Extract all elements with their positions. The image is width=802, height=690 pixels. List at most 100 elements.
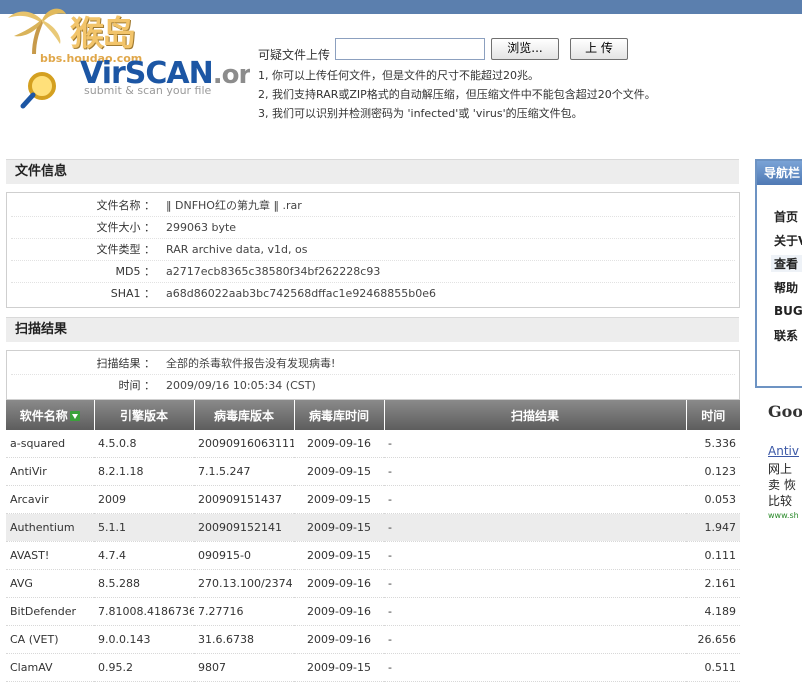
upload-notes: 1, 你可以上传任何文件，但是文件的尺寸不能超过20兆。 2, 我们支持RAR或… [258, 66, 656, 123]
cell-software: Arcavir [6, 485, 94, 514]
file-info-key: MD5 ： [115, 265, 155, 278]
cell-scan-result: - [384, 569, 686, 598]
cell-db-date: 2009-09-15 [294, 653, 384, 682]
palm-tree-icon [8, 8, 66, 55]
table-row: AVAST! 4.7.4 090915-0 2009-09-15-0.111 [6, 541, 740, 570]
file-path-input[interactable] [335, 38, 485, 60]
file-info-row: MD5 ： a2717ecb8365c38580f34bf262228c93 [11, 261, 735, 283]
magnifier-icon [20, 72, 56, 109]
nav-title: 导航栏 [757, 161, 802, 185]
scan-summary-value: 全部的杀毒软件报告没有发现病毒! [166, 357, 336, 370]
upload-note-2: 2, 我们支持RAR或ZIP格式的自动解压缩，但压缩文件中不能包含超过20个文件… [258, 88, 656, 101]
cell-db-date: 2009-09-16 [294, 569, 384, 598]
table-row: AntiVir 8.2.1.18 7.1.5.247 2009-09-15-0.123 [6, 457, 740, 486]
nav-item-contact[interactable]: 联系 [774, 327, 798, 344]
cell-time: 4.189 [686, 597, 740, 626]
table-row: ClamAV 0.95.2 9807 2009-09-15-0.511 [6, 653, 740, 682]
ad-text-line: 网上 [768, 462, 793, 476]
cell-time: 0.053 [686, 485, 740, 514]
logo-watermark: 猴岛 [70, 14, 136, 54]
table-row: a-squared 4.5.0.8 20090916063111 2009-09-16… [6, 430, 740, 458]
nav-item-home[interactable]: 首页 [774, 208, 798, 225]
cell-time: 0.123 [686, 457, 740, 486]
file-info-heading: 文件信息 [6, 159, 739, 184]
cell-engine-version: 5.1.1 [94, 513, 194, 542]
cell-time: 0.511 [686, 653, 740, 682]
nav-item-view[interactable]: 查看 [771, 255, 802, 272]
cell-software: a-squared [6, 430, 94, 458]
scan-results-table: 软件名称 引擎版本 病毒库版本 病毒库时间 扫描结果 时间 a-squared 4… [6, 400, 740, 682]
upload-note-3: 3, 我们可以识别并检测密码为 'infected'或 'virus'的压缩文件… [258, 107, 583, 120]
table-header-row: 软件名称 引擎版本 病毒库版本 病毒库时间 扫描结果 时间 [6, 400, 740, 430]
column-header-result[interactable]: 扫描结果 [384, 400, 687, 430]
cell-db-date: 2009-09-15 [294, 485, 384, 514]
ad-brand: Goog [768, 402, 802, 421]
file-info-box: 文件名称 ： ‖ DNFHO红の第九章 ‖ .rar 文件大小 ： 299063 b… [6, 192, 740, 308]
column-header-engine[interactable]: 引擎版本 [94, 400, 195, 430]
sort-down-arrow-icon[interactable] [69, 411, 80, 421]
file-info-key: 文件类型 ： [96, 243, 156, 256]
cell-time: 2.161 [686, 569, 740, 598]
ad-link[interactable]: Antiv [768, 444, 799, 458]
cell-scan-result: - [384, 457, 686, 486]
cell-software: BitDefender [6, 597, 94, 626]
logo-tagline: submit & scan your file [84, 84, 212, 97]
nav-item-help[interactable]: 帮助 [774, 279, 798, 296]
ad-text-line: 卖 恢 [768, 478, 796, 492]
file-info-key: SHA1 ： [110, 287, 155, 300]
cell-software: Authentium [6, 513, 94, 542]
scan-summary-box: 扫描结果 ： 全部的杀毒软件报告没有发现病毒! 时间 ： 2009/09/16 10… [6, 350, 740, 400]
cell-db-version: 200909152141 [194, 513, 294, 542]
cell-db-version: 9807 [194, 653, 294, 682]
column-header-time[interactable]: 时间 [686, 400, 740, 430]
column-header-software[interactable]: 软件名称 [6, 400, 95, 430]
cell-software: ClamAV [6, 653, 94, 682]
file-info-key: 文件名称 ： [96, 199, 156, 212]
site-logo[interactable]: 猴岛 bbs.houdao.com VirSCAN.org submit & s… [0, 0, 250, 110]
table-row: Authentium 5.1.1 200909152141 2009-09-15-1.… [6, 513, 740, 542]
column-header-db-date[interactable]: 病毒库时间 [294, 400, 385, 430]
nav-item-about[interactable]: 关于V [774, 232, 802, 249]
cell-engine-version: 2009 [94, 485, 194, 514]
cell-software: CA (VET) [6, 625, 94, 654]
cell-time: 26.656 [686, 625, 740, 654]
cell-db-date: 2009-09-16 [294, 430, 384, 458]
nav-panel: 导航栏 首页 关于V 查看 帮助 BUG 联系 [755, 159, 802, 388]
cell-time: 5.336 [686, 430, 740, 458]
ad-url[interactable]: www.sh [768, 511, 799, 520]
file-info-row: 文件名称 ： ‖ DNFHO红の第九章 ‖ .rar [11, 195, 735, 217]
cell-scan-result: - [384, 541, 686, 570]
cell-engine-version: 8.5.288 [94, 569, 194, 598]
upload-note-1: 1, 你可以上传任何文件，但是文件的尺寸不能超过20兆。 [258, 69, 539, 82]
cell-scan-result: - [384, 653, 686, 682]
table-row: Arcavir 2009 200909151437 2009-09-15-0.053 [6, 485, 740, 514]
logo-brand-suffix: .org [212, 60, 250, 90]
scan-summary-key: 时间 ： [118, 379, 156, 392]
table-row: CA (VET) 9.0.0.143 31.6.6738 2009-09-16-26.… [6, 625, 740, 654]
cell-software: AntiVir [6, 457, 94, 486]
cell-engine-version: 9.0.0.143 [94, 625, 194, 654]
cell-engine-version: 4.5.0.8 [94, 430, 194, 458]
file-info-value: RAR archive data, v1d, os [166, 243, 308, 256]
cell-scan-result: - [384, 597, 686, 626]
cell-software: AVG [6, 569, 94, 598]
upload-button[interactable]: 上 传 [570, 38, 628, 60]
cell-time: 0.111 [686, 541, 740, 570]
cell-db-date: 2009-09-16 [294, 597, 384, 626]
cell-db-date: 2009-09-15 [294, 541, 384, 570]
cell-time: 1.947 [686, 513, 740, 542]
cell-db-date: 2009-09-15 [294, 457, 384, 486]
cell-db-version: 20090916063111 [194, 430, 294, 458]
cell-scan-result: - [384, 513, 686, 542]
column-header-db-version[interactable]: 病毒库版本 [194, 400, 295, 430]
file-info-value: a2717ecb8365c38580f34bf262228c93 [166, 265, 381, 278]
cell-scan-result: - [384, 625, 686, 654]
file-info-key: 文件大小 ： [96, 221, 156, 234]
browse-button[interactable]: 浏览... [491, 38, 559, 60]
cell-scan-result: - [384, 430, 686, 458]
cell-db-version: 7.1.5.247 [194, 457, 294, 486]
scan-result-heading: 扫描结果 [6, 317, 739, 342]
nav-item-bug[interactable]: BUG [774, 304, 802, 318]
table-row: BitDefender 7.81008.4186736 7.27716 2009-09… [6, 597, 740, 626]
file-info-value: ‖ DNFHO红の第九章 ‖ .rar [166, 199, 302, 212]
